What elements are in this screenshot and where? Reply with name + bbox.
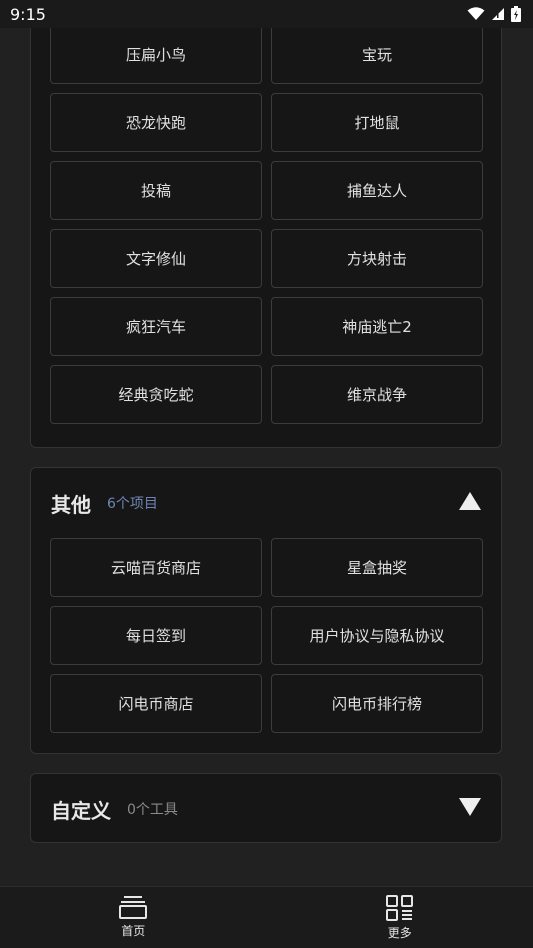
tool-tile-label: 文字修仙 (125, 250, 186, 268)
tool-tile-label: 方块射击 (346, 250, 407, 268)
tool-tile-label: 用户协议与隐私协议 (309, 627, 445, 645)
status-bar: 9:15 (0, 0, 533, 28)
tool-tile[interactable]: 闪电币排行榜 (271, 674, 483, 733)
status-icons (467, 6, 521, 22)
custom-section-header[interactable]: 自定义 0个工具 (31, 774, 501, 844)
other-section: 其他 6个项目 云喵百货商店 星盒抽奖每日签到 用户协议与隐私协议闪电币商店 闪电币排… (30, 467, 502, 754)
nav-home-label: 首页 (121, 924, 146, 938)
nav-more[interactable]: 更多 (267, 887, 533, 948)
tool-tile[interactable]: 用户协议与隐私协议 (271, 606, 483, 665)
tool-tile[interactable]: 经典贪吃蛇 (50, 365, 262, 424)
other-section-count: 6个项目 (107, 496, 158, 512)
tool-tile[interactable]: 方块射击 (271, 229, 483, 288)
expand-arrow-icon[interactable] (459, 798, 481, 820)
battery-icon (511, 6, 521, 22)
tool-tile[interactable]: 维京战争 (271, 365, 483, 424)
stack-icon (119, 896, 148, 919)
custom-section-count: 0个工具 (127, 802, 178, 818)
grid-icon (385, 895, 413, 921)
wifi-icon (467, 7, 485, 20)
tool-tile-label: 闪电币排行榜 (331, 695, 422, 713)
tool-tile[interactable]: 云喵百货商店 (50, 538, 262, 597)
tool-tile[interactable]: 星盒抽奖 (271, 538, 483, 597)
tool-tile-label: 疯狂汽车 (125, 318, 186, 336)
tool-tile-label: 星盒抽奖 (346, 559, 407, 577)
tool-tile-label: 云喵百货商店 (110, 559, 201, 577)
nav-home[interactable]: 首页 (0, 887, 267, 948)
tool-tile-label: 每日签到 (125, 627, 186, 645)
custom-section-title: 自定义 (51, 798, 111, 823)
tool-tile[interactable]: 闪电币商店 (50, 674, 262, 733)
tool-tile-label: 压扁小鸟 (125, 46, 186, 64)
tool-tile[interactable]: 打地鼠 (271, 93, 483, 152)
tool-tile[interactable]: 神庙逃亡2 (271, 297, 483, 356)
nav-more-label: 更多 (387, 926, 412, 940)
games-grid: 压扁小鸟 宝玩恐龙快跑 打地鼠投稿 捕鱼达人文字修仙 方块射击疯狂汽车 神庙逃亡2 经典贪吃… (50, 28, 483, 424)
tool-tile[interactable]: 每日签到 (50, 606, 262, 665)
tool-tile-label: 打地鼠 (354, 114, 400, 132)
tool-tile-label: 恐龙快跑 (125, 114, 186, 132)
tool-tile-label: 维京战争 (346, 386, 407, 404)
tool-tile-label: 神庙逃亡2 (342, 318, 412, 336)
tool-tile[interactable]: 宝玩 (271, 28, 483, 84)
games-panel: 压扁小鸟 宝玩恐龙快跑 打地鼠投稿 捕鱼达人文字修仙 方块射击疯狂汽车 神庙逃亡2 经典贪吃… (30, 28, 502, 448)
tool-tile-label: 经典贪吃蛇 (118, 386, 194, 404)
other-grid: 云喵百货商店 星盒抽奖每日签到 用户协议与隐私协议闪电币商店 闪电币排行榜 (50, 538, 483, 733)
bottom-nav: 首页 更多 (0, 886, 533, 948)
status-time: 9:15 (10, 4, 46, 24)
other-section-header[interactable]: 其他 6个项目 (31, 468, 501, 538)
tool-tile[interactable]: 压扁小鸟 (50, 28, 262, 84)
tool-tile[interactable]: 投稿 (50, 161, 262, 220)
signal-icon (492, 8, 504, 20)
custom-section: 自定义 0个工具 (30, 773, 502, 843)
tool-tile-label: 捕鱼达人 (346, 182, 407, 200)
collapse-arrow-icon[interactable] (459, 492, 481, 514)
tool-tile[interactable]: 疯狂汽车 (50, 297, 262, 356)
tool-tile-label: 投稿 (140, 182, 171, 200)
tool-tile-label: 闪电币商店 (118, 695, 194, 713)
tool-tile[interactable]: 捕鱼达人 (271, 161, 483, 220)
tool-tile[interactable]: 恐龙快跑 (50, 93, 262, 152)
tool-tile-label: 宝玩 (361, 46, 392, 64)
other-section-title: 其他 (51, 492, 91, 517)
scroll-content[interactable]: 压扁小鸟 宝玩恐龙快跑 打地鼠投稿 捕鱼达人文字修仙 方块射击疯狂汽车 神庙逃亡2 经典贪吃… (0, 28, 533, 886)
tool-tile[interactable]: 文字修仙 (50, 229, 262, 288)
